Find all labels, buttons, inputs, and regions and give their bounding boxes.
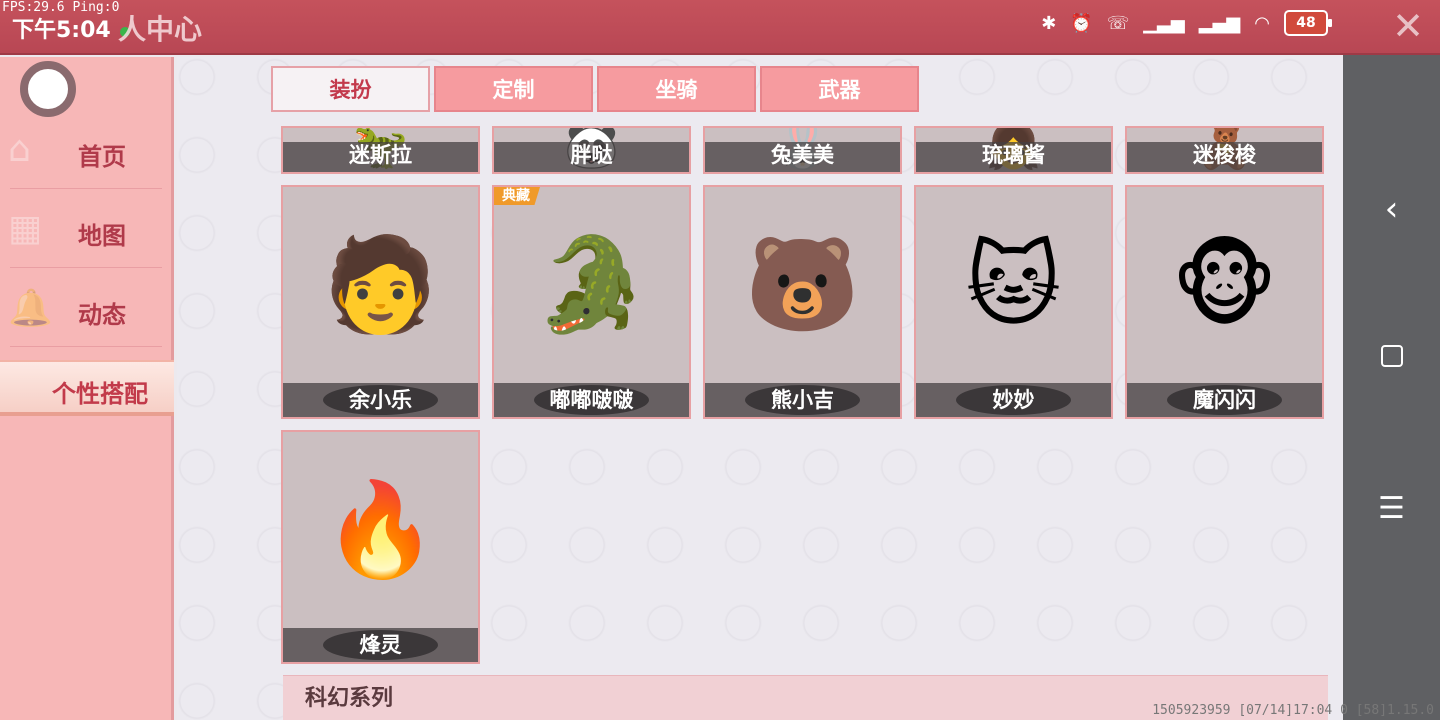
- hd-signal-icon: ▂▄▆: [1198, 12, 1241, 34]
- top-bar: FPS:29.6 Ping:0 下午5:04 人中心 ✱ ⏰ ☏ ▁▃▅ ▂▄▆…: [0, 0, 1440, 55]
- skin-card[interactable]: 🔥 烽灵: [281, 430, 480, 664]
- skin-name: 烽灵: [359, 633, 402, 657]
- skin-preview-icon: 🧑: [323, 231, 438, 338]
- battery-icon: 48: [1284, 10, 1332, 36]
- tab-costume[interactable]: 装扮: [271, 66, 430, 112]
- sidebar: ⌂ 首页 ▦ 地图 🔔 动态 个性搭配: [0, 57, 174, 720]
- clock-text: 下午5:04: [12, 18, 111, 43]
- skin-name: 妙妙: [992, 388, 1035, 412]
- skin-card[interactable]: 典藏 🐊 嘟嘟啵啵: [492, 185, 691, 419]
- skin-name: 迷梭梭: [1193, 143, 1256, 167]
- outfit-tabs: 装扮 定制 坐骑 武器: [271, 66, 919, 112]
- call-icon: ☏: [1106, 12, 1130, 34]
- collection-badge: 典藏: [494, 187, 540, 205]
- divider: [10, 188, 162, 189]
- divider: [10, 267, 162, 268]
- close-button[interactable]: ✕: [1390, 7, 1426, 45]
- tab-weapon[interactable]: 武器: [760, 66, 919, 112]
- house-icon: ⌂: [8, 129, 31, 170]
- tab-custom[interactable]: 定制: [434, 66, 593, 112]
- wifi-icon: ◠: [1254, 12, 1270, 34]
- skin-preview-icon: 🐱: [965, 231, 1062, 339]
- sidebar-item-label: 首页: [78, 143, 126, 171]
- android-nav-bar: ‹ ☰: [1343, 55, 1440, 720]
- system-status-icons: ✱ ⏰ ☏ ▁▃▅ ▂▄▆ ◠ 48: [1041, 10, 1332, 36]
- skin-name: 琉璃酱: [982, 143, 1045, 167]
- skin-card[interactable]: 🐱 妙妙: [914, 185, 1113, 419]
- sidebar-item-label: 个性搭配: [52, 380, 148, 408]
- alarm-icon: ⏰: [1070, 12, 1093, 34]
- skin-name: 余小乐: [349, 388, 412, 412]
- skin-name: 嘟嘟啵啵: [549, 388, 634, 412]
- skin-preview-icon: 🐵: [1171, 231, 1278, 339]
- sidebar-item-outfit[interactable]: 个性搭配: [0, 360, 174, 416]
- signal-icon: ▁▃▅: [1143, 12, 1185, 34]
- skin-card[interactable]: 🐻 熊小吉: [703, 185, 902, 419]
- outfit-panel: 装扮 定制 坐骑 武器 🦖 迷斯拉 🐼 胖哒 🐰 兔美美 👧 琉璃酱 🧸: [177, 57, 1343, 720]
- skin-card[interactable]: 🐼 胖哒: [492, 126, 691, 174]
- battery-level: 48: [1296, 15, 1316, 31]
- skin-preview-icon: 🐊: [534, 231, 649, 338]
- divider: [10, 346, 162, 347]
- skin-name: 魔闪闪: [1193, 388, 1256, 412]
- skin-card[interactable]: 🐵 魔闪闪: [1125, 185, 1324, 419]
- back-icon[interactable]: ‹: [1343, 189, 1440, 229]
- sidebar-item-home[interactable]: ⌂ 首页: [0, 119, 172, 189]
- build-info: 1505923959 [07/14]17:04 0 [58]1.15.0: [1152, 703, 1434, 718]
- page-title: 人中心: [118, 13, 203, 46]
- home-button[interactable]: [1343, 345, 1440, 371]
- skin-card[interactable]: 🐰 兔美美: [703, 126, 902, 174]
- bell-icon: 🔔: [8, 288, 53, 329]
- status-clock: 下午5:04: [12, 12, 132, 44]
- skin-name: 熊小吉: [771, 388, 834, 412]
- sidebar-item-label: 动态: [78, 301, 126, 329]
- map-icon: ▦: [8, 208, 43, 249]
- skin-card[interactable]: 🧸 迷梭梭: [1125, 126, 1324, 174]
- skin-name: 兔美美: [771, 143, 834, 167]
- skin-preview-icon: 🔥: [323, 476, 438, 583]
- avatar[interactable]: [20, 61, 76, 117]
- sidebar-item-label: 地图: [78, 222, 126, 250]
- menu-icon[interactable]: ☰: [1343, 491, 1440, 526]
- sidebar-item-feed[interactable]: 🔔 动态: [0, 277, 172, 347]
- bluetooth-icon: ✱: [1041, 12, 1057, 34]
- skin-card[interactable]: 👧 琉璃酱: [914, 126, 1113, 174]
- section-title: 科幻系列: [305, 686, 394, 711]
- sidebar-item-map[interactable]: ▦ 地图: [0, 198, 172, 268]
- skin-name: 迷斯拉: [349, 143, 412, 167]
- skin-name: 胖哒: [570, 143, 613, 167]
- skin-card[interactable]: 🦖 迷斯拉: [281, 126, 480, 174]
- skin-preview-icon: 🐻: [745, 231, 860, 338]
- square-icon: [1380, 345, 1403, 367]
- skin-card[interactable]: 🧑 余小乐: [281, 185, 480, 419]
- tab-mount[interactable]: 坐骑: [597, 66, 756, 112]
